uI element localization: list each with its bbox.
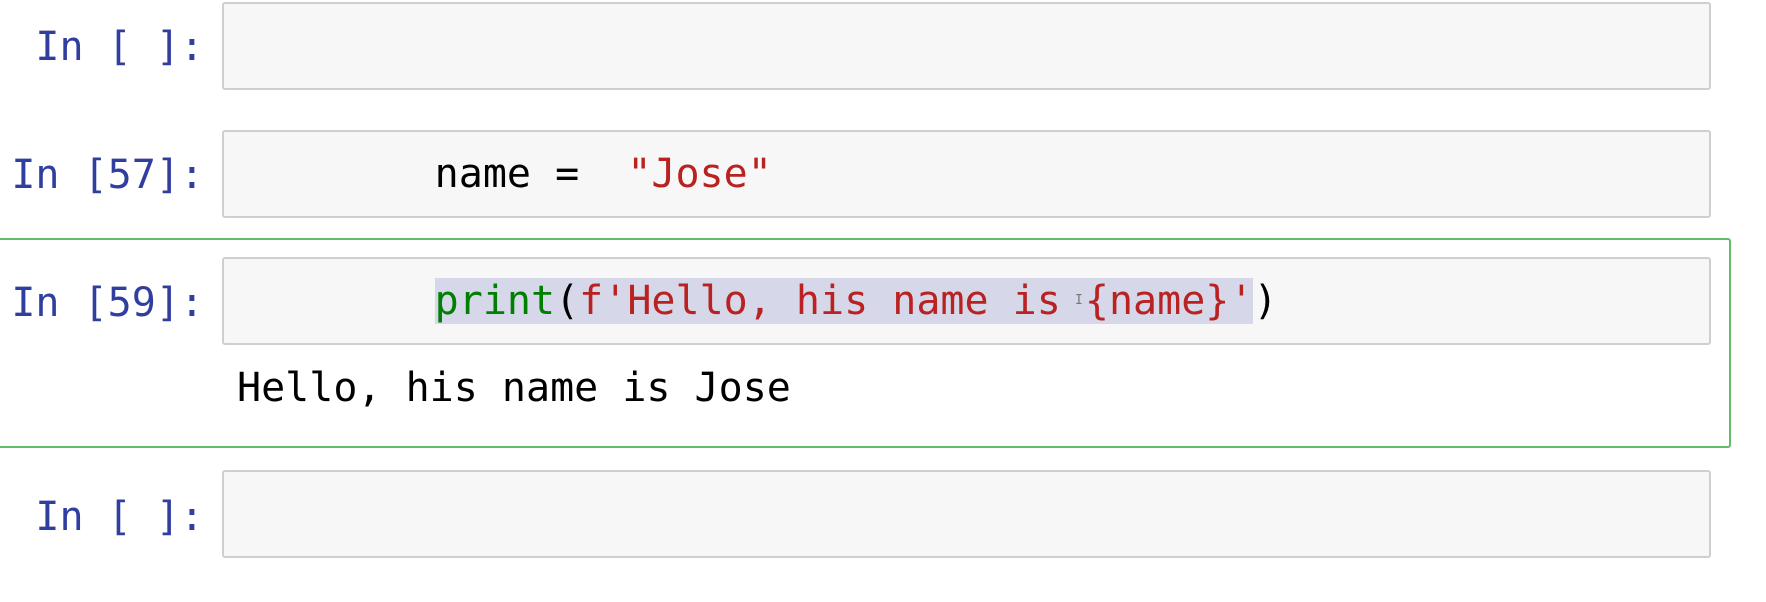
cell-3-input[interactable]: print(f'Hello, his name is {name}') <box>222 257 1711 345</box>
selected-code: print(f'Hello, his name is {name}' <box>434 278 1254 324</box>
cell-2-input[interactable]: name = "Jose" <box>222 130 1711 218</box>
cell-2-prompt: In [57]: <box>11 152 204 198</box>
cell-1-prompt: In [ ]: <box>35 24 204 70</box>
print-function: print <box>434 278 556 324</box>
cell-3-prompt: In [59]: <box>11 280 204 326</box>
text-cursor-icon: I <box>1075 293 1083 308</box>
cell-1-input[interactable] <box>222 2 1711 90</box>
cell-2-code: name = "Jose" <box>242 114 772 234</box>
string-literal: "Jose" <box>627 151 772 197</box>
cell-3-code: print(f'Hello, his name is {name}') <box>242 241 1278 361</box>
open-parenthesis: ( <box>555 278 580 324</box>
cell-4-input[interactable] <box>222 470 1711 558</box>
variable-assignment: name = <box>434 151 628 197</box>
cell-4-prompt: In [ ]: <box>35 494 204 540</box>
f-string-literal: f'Hello, his name is {name}' <box>579 278 1254 324</box>
cell-3-output: Hello, his name is Jose <box>237 365 791 411</box>
close-parenthesis: ) <box>1253 278 1278 324</box>
